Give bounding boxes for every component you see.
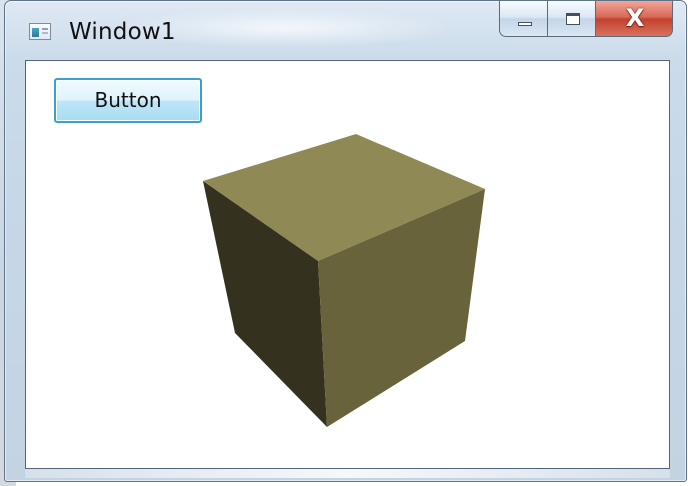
close-icon: X xyxy=(625,4,645,32)
minimize-button[interactable] xyxy=(499,1,548,37)
window-client-area: Button xyxy=(25,60,670,469)
maximize-icon xyxy=(566,13,580,25)
button[interactable]: Button xyxy=(54,78,202,123)
window-bottom-frame xyxy=(25,469,670,478)
application-window: Window1 X Button xyxy=(4,0,687,482)
window-caption-buttons: X xyxy=(499,1,673,39)
window-app-icon xyxy=(29,23,51,40)
window-title: Window1 xyxy=(69,19,176,45)
minimize-icon xyxy=(518,22,532,26)
close-button[interactable]: X xyxy=(595,1,673,37)
window-titlebar[interactable]: Window1 X xyxy=(5,1,686,59)
maximize-button[interactable] xyxy=(547,1,596,37)
